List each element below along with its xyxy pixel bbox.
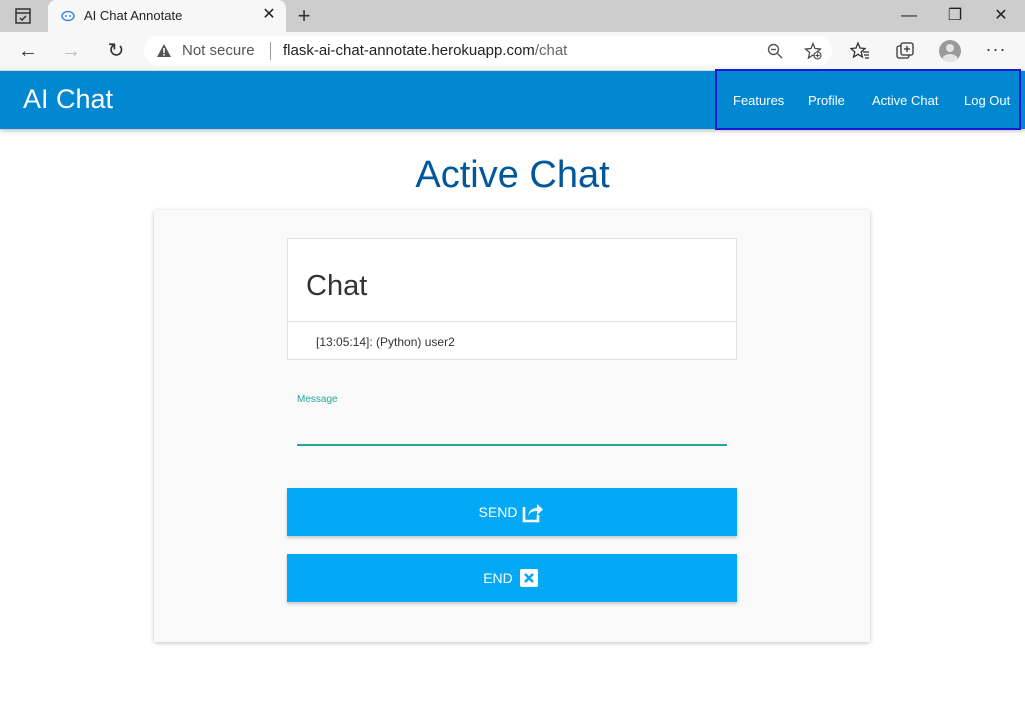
add-favorite-icon[interactable] bbox=[804, 41, 822, 60]
end-button-label: End bbox=[483, 570, 513, 586]
minimize-button[interactable]: — bbox=[887, 4, 931, 28]
chat-divider bbox=[288, 321, 736, 322]
maximize-button[interactable]: ❐ bbox=[933, 4, 977, 28]
chat-message: [13:05:14]: (Python) user2 bbox=[316, 335, 455, 349]
more-options-icon[interactable]: ··· bbox=[984, 38, 1008, 62]
brand-logo[interactable]: AI Chat bbox=[23, 84, 113, 115]
close-box-icon bbox=[517, 566, 541, 590]
tab-close-icon[interactable]: ✕ bbox=[260, 6, 278, 24]
not-secure-label: Not secure bbox=[182, 42, 255, 59]
page-title: Active Chat bbox=[415, 154, 610, 196]
favorites-icon[interactable] bbox=[849, 41, 870, 61]
nav-highlight-box bbox=[715, 69, 1021, 130]
browser-tab[interactable]: AI Chat Annotate ✕ bbox=[48, 0, 286, 32]
send-button-label: Send bbox=[478, 504, 518, 520]
tab-title: AI Chat Annotate bbox=[84, 8, 183, 23]
back-arrow-icon[interactable]: ← bbox=[16, 39, 40, 63]
chat-favicon-icon bbox=[60, 8, 76, 24]
tab-actions-icon[interactable] bbox=[14, 7, 32, 25]
window-close-button[interactable]: ✕ bbox=[979, 4, 1023, 28]
send-button[interactable]: Send bbox=[287, 488, 737, 536]
browser-tab-bar: AI Chat Annotate ✕ + — ❐ ✕ bbox=[0, 0, 1025, 32]
browser-address-bar: ← → ↻ Not secure flask-ai-chat-annotate.… bbox=[0, 32, 1025, 71]
url-separator bbox=[270, 42, 271, 60]
message-label: Message bbox=[297, 394, 338, 405]
profile-avatar[interactable] bbox=[939, 40, 961, 62]
share-icon bbox=[521, 500, 545, 524]
url-text: flask-ai-chat-annotate.herokuapp.com/cha… bbox=[283, 42, 567, 59]
message-input[interactable] bbox=[297, 410, 727, 446]
chat-panel: Chat [13:05:14]: (Python) user2 bbox=[287, 238, 737, 360]
chat-title: Chat bbox=[306, 270, 368, 302]
zoom-out-icon[interactable] bbox=[766, 42, 784, 60]
new-tab-button[interactable]: + bbox=[292, 4, 316, 28]
reload-icon[interactable]: ↻ bbox=[104, 39, 128, 63]
end-button[interactable]: End bbox=[287, 554, 737, 602]
url-field[interactable]: Not secure flask-ai-chat-annotate.heroku… bbox=[144, 36, 832, 66]
forward-arrow-icon[interactable]: → bbox=[59, 39, 83, 63]
url-path: /chat bbox=[534, 42, 568, 59]
url-host: flask-ai-chat-annotate.herokuapp.com bbox=[283, 42, 535, 59]
collections-icon[interactable] bbox=[895, 41, 915, 61]
warning-icon bbox=[156, 43, 172, 59]
